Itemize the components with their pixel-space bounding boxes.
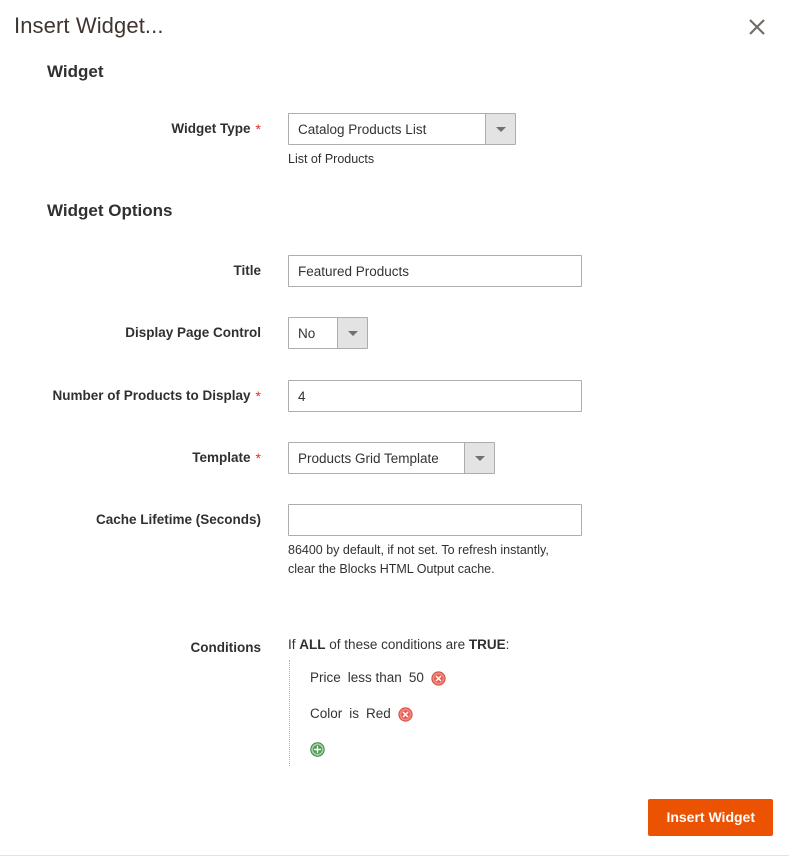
label-text: Conditions	[191, 640, 262, 655]
field-control-widget-type: Catalog Products List List of Products	[288, 113, 573, 169]
template-value: Products Grid Template	[289, 443, 464, 473]
footer-divider	[0, 855, 789, 856]
condition-attribute[interactable]: Price	[310, 669, 341, 687]
conditions-header-suffix: :	[506, 637, 510, 652]
conditions-builder: If ALL of these conditions are TRUE: Pri…	[288, 632, 688, 766]
insert-widget-button[interactable]: Insert Widget	[648, 799, 773, 836]
field-label-title: Title	[0, 255, 261, 279]
field-label-cache-lifetime: Cache Lifetime (Seconds)	[0, 504, 261, 528]
cache-lifetime-note: 86400 by default, if not set. To refresh…	[288, 541, 573, 579]
conditions-header: If ALL of these conditions are TRUE:	[288, 632, 688, 654]
label-text: Title	[233, 263, 261, 278]
remove-circle-icon[interactable]	[431, 671, 446, 686]
condition-operator[interactable]: less than	[348, 669, 402, 687]
section-heading-widget-options: Widget Options	[47, 201, 172, 221]
field-label-display-page-control: Display Page Control	[0, 317, 261, 341]
required-marker: *	[256, 450, 261, 466]
section-heading-widget: Widget	[47, 62, 104, 82]
template-select[interactable]: Products Grid Template	[288, 442, 495, 474]
chevron-down-icon	[485, 114, 515, 144]
label-text: Cache Lifetime (Seconds)	[96, 512, 261, 527]
field-label-conditions: Conditions	[0, 632, 261, 656]
widget-type-select[interactable]: Catalog Products List	[288, 113, 516, 145]
condition-value[interactable]: Red	[366, 705, 391, 723]
table-row: Price less than 50	[310, 660, 688, 696]
add-condition-row	[310, 732, 688, 766]
conditions-header-prefix: If	[288, 637, 296, 652]
field-control-template: Products Grid Template	[288, 442, 495, 474]
field-control-cache-lifetime: 86400 by default, if not set. To refresh…	[288, 504, 582, 579]
conditions-value-link[interactable]: TRUE	[469, 637, 506, 652]
cache-lifetime-input[interactable]	[288, 504, 582, 536]
required-marker: *	[256, 121, 261, 137]
conditions-header-middle: of these conditions are	[329, 637, 465, 652]
remove-circle-icon[interactable]	[398, 707, 413, 722]
condition-operator[interactable]: is	[349, 705, 359, 723]
field-control-title	[288, 255, 582, 287]
widget-type-value: Catalog Products List	[289, 114, 485, 144]
close-icon	[739, 9, 775, 45]
label-text: Widget Type	[171, 121, 250, 136]
add-circle-icon[interactable]	[310, 742, 325, 757]
field-label-products-count: Number of Products to Display *	[0, 380, 261, 404]
required-marker: *	[256, 388, 261, 404]
condition-attribute[interactable]: Color	[310, 705, 342, 723]
display-page-control-value: No	[289, 318, 337, 348]
chevron-down-icon	[337, 318, 367, 348]
table-row: Color is Red	[310, 696, 688, 732]
conditions-list: Price less than 50 Color is R	[289, 660, 688, 766]
field-label-template: Template *	[0, 442, 261, 466]
label-text: Number of Products to Display	[53, 388, 251, 403]
chevron-down-icon	[464, 443, 494, 473]
modal-header: Insert Widget...	[0, 0, 789, 56]
condition-value[interactable]: 50	[409, 669, 424, 687]
label-text: Template	[192, 450, 250, 465]
close-button[interactable]	[739, 9, 775, 45]
conditions-aggregator-link[interactable]: ALL	[299, 637, 325, 652]
display-page-control-select[interactable]: No	[288, 317, 368, 349]
products-count-input[interactable]	[288, 380, 582, 412]
field-label-widget-type: Widget Type *	[0, 113, 261, 137]
field-control-products-count	[288, 380, 582, 412]
label-text: Display Page Control	[125, 325, 261, 340]
widget-type-note: List of Products	[288, 150, 573, 169]
page-title: Insert Widget...	[14, 13, 164, 39]
title-input[interactable]	[288, 255, 582, 287]
field-control-display-page-control: No	[288, 317, 368, 349]
